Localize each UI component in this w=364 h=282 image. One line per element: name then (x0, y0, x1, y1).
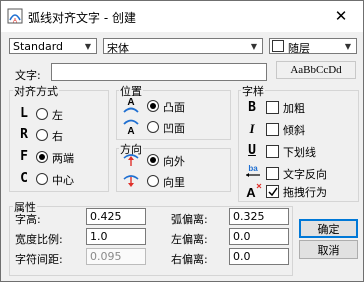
italic-label: 倾斜 (283, 124, 305, 137)
left-offset-input[interactable]: 0.0 (229, 228, 289, 245)
cancel-button[interactable]: 取消 (299, 240, 358, 259)
svg-text:A: A (246, 185, 256, 200)
char-spacing-label: 字符间距: (15, 253, 63, 266)
ok-button[interactable]: 确定 (299, 219, 358, 238)
right-offset-label: 右偏离: (171, 253, 208, 266)
bold-label: 加粗 (283, 102, 305, 115)
align-right-radio[interactable] (36, 129, 48, 141)
close-button[interactable]: ✕ (319, 1, 363, 31)
align-center-icon: C (20, 170, 28, 186)
align-left-radio[interactable] (36, 108, 48, 120)
align-left-icon: L (20, 105, 28, 121)
align-center-radio[interactable] (36, 173, 48, 185)
text-input[interactable] (51, 63, 267, 81)
width-ratio-input[interactable]: 1.0 (86, 228, 146, 245)
bold-icon: B (248, 99, 256, 115)
convex-radio[interactable] (147, 100, 159, 112)
inward-radio[interactable] (147, 175, 159, 187)
checkmark-icon (267, 187, 278, 196)
text-style-combo[interactable]: Standard ▼ (9, 38, 97, 54)
follow-layer-combo[interactable]: 随层 ▼ (269, 38, 357, 55)
align-fit-label: 两端 (52, 152, 74, 165)
outward-direction-icon (122, 150, 140, 168)
app-icon: A (7, 8, 23, 25)
align-right-label: 右 (52, 130, 63, 143)
font-preview: AaBbCcDd (276, 61, 356, 79)
svg-text:A: A (127, 126, 134, 136)
style-group-title: 字样 (241, 83, 265, 99)
underline-label: 下划线 (283, 146, 316, 159)
concave-label: 凹面 (163, 122, 185, 135)
arc-offset-label: 弧偏离: (171, 213, 208, 226)
char-spacing-input: 0.095 (86, 248, 146, 265)
align-left-label: 左 (52, 109, 63, 122)
text-label: 文字: (15, 69, 41, 82)
align-right-icon: R (20, 126, 28, 142)
italic-checkbox[interactable] (266, 123, 279, 136)
chevron-down-icon: ▼ (344, 41, 352, 51)
drag-behavior-icon: A (243, 182, 263, 200)
outward-radio[interactable] (147, 154, 159, 166)
concave-arc-icon: A (122, 116, 140, 137)
drag-behavior-checkbox[interactable] (266, 185, 279, 198)
right-offset-input[interactable]: 0.0 (229, 248, 289, 265)
convex-arc-icon: A (122, 95, 140, 115)
concave-radio[interactable] (147, 121, 159, 133)
inward-label: 向里 (163, 176, 185, 189)
outward-label: 向外 (163, 155, 185, 168)
char-height-label: 字高: (15, 213, 41, 226)
dialog-window: A 弧线对齐文字 - 创建 ✕ Standard ▼ 宋体 ▼ 随层 ▼ 文字:… (0, 0, 364, 282)
svg-text:A: A (13, 19, 17, 25)
drag-behavior-label: 拖拽行为 (283, 186, 327, 199)
svg-text:ba: ba (248, 164, 258, 173)
title-bar: A 弧线对齐文字 - 创建 ✕ (1, 1, 363, 32)
follow-layer-checkbox[interactable] (272, 40, 284, 52)
align-fit-radio[interactable] (36, 151, 48, 163)
reverse-text-icon: ba (243, 163, 263, 179)
convex-label: 凸面 (163, 101, 185, 114)
svg-text:A: A (127, 97, 134, 108)
underline-checkbox[interactable] (266, 145, 279, 158)
alignment-group-title: 对齐方式 (13, 83, 59, 99)
inward-direction-icon (122, 171, 140, 189)
width-ratio-label: 宽度比例: (15, 233, 63, 246)
font-combo[interactable]: 宋体 ▼ (103, 38, 263, 55)
chevron-down-icon: ▼ (84, 41, 92, 51)
char-height-input[interactable]: 0.425 (86, 208, 146, 225)
window-title: 弧线对齐文字 - 创建 (28, 11, 136, 25)
bold-checkbox[interactable] (266, 101, 279, 114)
close-icon: ✕ (334, 7, 348, 25)
align-center-label: 中心 (52, 174, 74, 187)
align-fit-icon: F (20, 148, 28, 164)
chevron-down-icon: ▼ (250, 41, 258, 51)
italic-icon: I (249, 121, 255, 136)
underline-icon: U (248, 142, 256, 158)
arc-offset-input[interactable]: 0.325 (229, 208, 289, 225)
reverse-text-checkbox[interactable] (266, 167, 279, 180)
reverse-text-label: 文字反向 (283, 168, 327, 181)
left-offset-label: 左偏离: (171, 233, 208, 246)
